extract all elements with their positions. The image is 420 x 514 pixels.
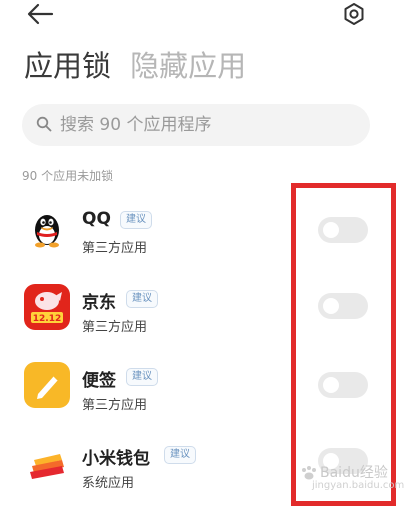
recommend-badge: 建议: [164, 446, 196, 464]
toggle-knob: [323, 377, 339, 393]
app-name: 小米钱包: [82, 449, 150, 469]
section-label: 90 个应用未加锁: [22, 169, 114, 183]
toggle-knob: [323, 298, 339, 314]
tab-app-lock[interactable]: 应用锁: [24, 46, 111, 86]
recommend-badge: 建议: [126, 290, 158, 308]
list-item-notes: 便签 建议 第三方应用: [0, 362, 420, 436]
lock-toggle[interactable]: [318, 217, 368, 243]
svg-text:12.12: 12.12: [33, 314, 61, 324]
mi-wallet-icon: [24, 440, 70, 486]
toggle-knob: [323, 222, 339, 238]
top-bar: [0, 0, 420, 34]
tab-hidden-apps[interactable]: 隐藏应用: [130, 46, 246, 86]
jd-icon: 12.12: [24, 284, 70, 330]
watermark: Baidu经验: [300, 462, 388, 482]
gear-icon[interactable]: [342, 2, 366, 26]
arrow-left-icon[interactable]: [26, 2, 54, 26]
lock-toggle[interactable]: [318, 372, 368, 398]
recommend-badge: 建议: [126, 368, 158, 386]
lock-toggle[interactable]: [318, 293, 368, 319]
notes-icon: [24, 362, 70, 408]
qq-penguin-icon: [24, 205, 70, 251]
paw-logo-icon: [302, 466, 316, 480]
watermark-text: Baidu经验: [320, 465, 388, 481]
tab-bar: 应用锁 隐藏应用: [24, 46, 246, 86]
app-category: 系统应用: [82, 476, 135, 491]
app-name: QQ: [82, 209, 111, 229]
app-name: 京东: [82, 293, 116, 313]
search-bar[interactable]: [22, 104, 370, 146]
app-category: 第三方应用: [82, 398, 148, 413]
app-category: 第三方应用: [82, 241, 148, 256]
recommend-badge: 建议: [120, 211, 152, 229]
list-item-qq: QQ 建议 第三方应用: [0, 205, 420, 279]
list-item-jd: 12.12 京东 建议 第三方应用: [0, 284, 420, 358]
search-input[interactable]: [60, 104, 360, 146]
app-category: 第三方应用: [82, 320, 148, 335]
search-icon: [36, 116, 52, 132]
watermark-url: jingyan.baidu.com: [312, 480, 405, 491]
app-name: 便签: [82, 371, 116, 391]
